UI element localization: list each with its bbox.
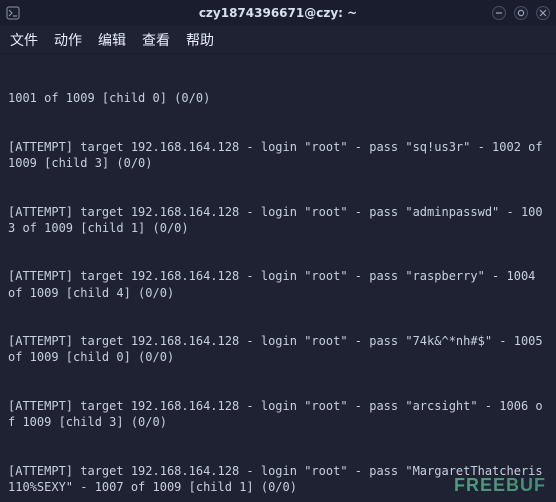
output-line: [ATTEMPT] target 192.168.164.128 - login… [8,398,548,430]
output-line: [ATTEMPT] target 192.168.164.128 - login… [8,139,548,171]
output-line: [ATTEMPT] target 192.168.164.128 - login… [8,268,548,300]
app-icon [0,6,26,20]
minimize-button[interactable] [492,6,506,20]
output-line: [ATTEMPT] target 192.168.164.128 - login… [8,204,548,236]
menu-view[interactable]: 查看 [142,30,170,50]
menubar: 文件 动作 编辑 查看 帮助 [0,26,556,54]
maximize-button[interactable] [514,6,528,20]
menu-help[interactable]: 帮助 [186,30,214,50]
output-line: [ATTEMPT] target 192.168.164.128 - login… [8,333,548,365]
window-title: czy1874396671@czy: ~ [0,6,556,20]
close-button[interactable] [536,6,550,20]
output-line: [ATTEMPT] target 192.168.164.128 - login… [8,463,548,495]
menu-actions[interactable]: 动作 [54,30,82,50]
menu-edit[interactable]: 编辑 [98,30,126,50]
output-line: 1001 of 1009 [child 0] (0/0) [8,90,548,106]
window-controls [492,6,550,20]
terminal-output[interactable]: 1001 of 1009 [child 0] (0/0) [ATTEMPT] t… [0,54,556,502]
titlebar: czy1874396671@czy: ~ [0,0,556,26]
terminal-window: czy1874396671@czy: ~ 文件 动作 编辑 查看 帮助 1001… [0,0,556,502]
menu-file[interactable]: 文件 [10,30,38,50]
